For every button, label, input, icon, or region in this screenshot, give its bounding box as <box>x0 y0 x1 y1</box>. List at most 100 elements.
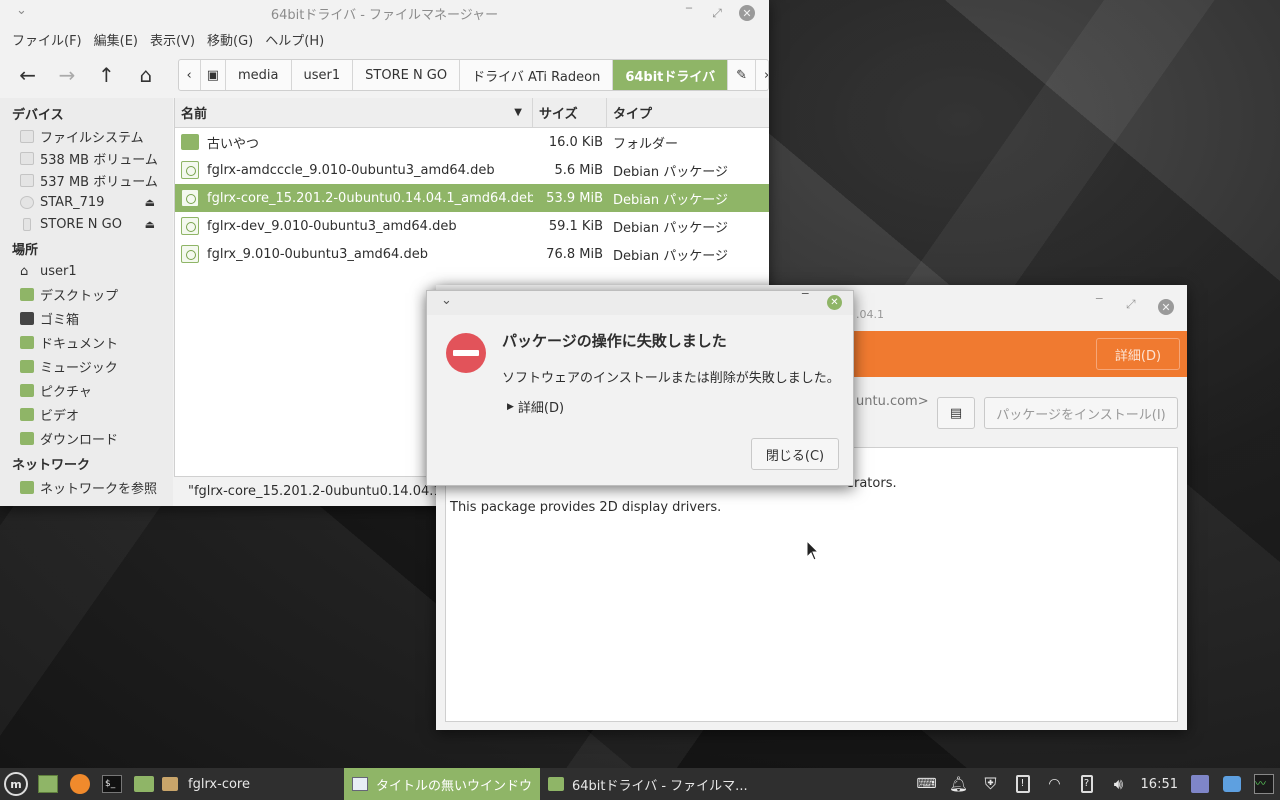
drive-icon <box>20 129 34 143</box>
pictures-folder-icon <box>20 383 34 397</box>
eject-icon[interactable]: ⏏ <box>145 218 155 231</box>
screenshot-icon[interactable] <box>1220 773 1244 795</box>
sidebar-item-label: ミュージック <box>40 360 118 376</box>
task-label: タイトルの無いウインドウ <box>375 778 532 794</box>
install-package-button[interactable]: パッケージをインストール(I) <box>984 397 1178 429</box>
file-name: fglrx-core_15.201.2-0ubuntu0.14.04.1_amd… <box>207 190 533 206</box>
column-name[interactable]: 名前 ▼ <box>175 98 533 127</box>
notes-icon[interactable] <box>1188 773 1212 795</box>
details-button[interactable]: 詳細(D) <box>1096 338 1180 370</box>
file-size: 53.9 MiB <box>546 190 603 206</box>
wifi-icon[interactable]: ◠ <box>1043 773 1067 795</box>
minimize-icon[interactable]: ‾ <box>1096 297 1103 312</box>
task-untitled-window[interactable]: タイトルの無いウインドウ <box>343 768 540 800</box>
maximize-icon[interactable]: ⤢ <box>1126 297 1136 312</box>
up-icon[interactable]: ↑ <box>87 57 126 93</box>
breadcrumb-media[interactable]: media <box>226 60 292 90</box>
sidebar-item-label: 538 MB ボリューム <box>40 152 158 168</box>
task-label: 64bitドライバ - ファイルマ... <box>571 778 748 794</box>
show-desktop-icon[interactable] <box>36 773 60 795</box>
edit-path-icon[interactable]: ✎ <box>728 60 757 90</box>
breadcrumb-store-n-go[interactable]: STORE N GO <box>353 60 461 90</box>
sidebar-devices-header: デバイス <box>12 108 64 123</box>
file-type: Debian パッケージ <box>613 220 728 236</box>
menu-view[interactable]: 表示(V) <box>144 30 201 49</box>
task-fglrx-core[interactable]: fglrx-core <box>160 768 258 800</box>
menu-file[interactable]: ファイル(F) <box>6 30 88 49</box>
breadcrumb-64bit[interactable]: 64bitドライバ <box>613 60 729 90</box>
dialog-details-expander[interactable]: ▶ 詳細(D) <box>507 397 564 416</box>
sidebar-item-label: user1 <box>40 263 77 279</box>
sidebar-item-538mb[interactable]: 538 MB ボリューム <box>0 147 173 169</box>
file-row[interactable]: fglrx_9.010-0ubuntu3_amd64.deb 76.8 MiB … <box>175 240 769 268</box>
breadcrumb-right-arrow-icon[interactable]: › <box>756 60 768 90</box>
close-button[interactable]: 閉じる(C) <box>751 438 839 470</box>
back-icon[interactable]: ← <box>8 57 47 93</box>
file-manager-titlebar[interactable]: ⌄ 64bitドライバ - ファイルマネージャー ‾ ⤢ ✕ <box>0 0 769 26</box>
file-row-selected[interactable]: fglrx-core_15.201.2-0ubuntu0.14.04.1_amd… <box>175 184 769 212</box>
sidebar-item-star719[interactable]: STAR_719 ⏏ <box>0 191 173 213</box>
sidebar-item-desktop[interactable]: デスクトップ <box>0 282 173 306</box>
file-row[interactable]: fglrx-dev_9.010-0ubuntu3_amd64.deb 59.1 … <box>175 212 769 240</box>
close-icon[interactable]: ✕ <box>1158 299 1174 315</box>
debian-package-icon <box>181 217 199 235</box>
system-monitor-icon[interactable]: 〰 <box>1252 773 1276 795</box>
sidebar-item-label: ネットワークを参照 <box>40 481 158 497</box>
battery-unknown-icon[interactable]: ? <box>1075 773 1099 795</box>
sidebar-item-music[interactable]: ミュージック <box>0 354 173 378</box>
breadcrumb-driver-ati[interactable]: ドライバ ATi Radeon <box>460 60 614 90</box>
minimize-icon[interactable]: ‾ <box>802 292 809 307</box>
breadcrumb-root-icon[interactable]: ▣ <box>201 60 226 90</box>
column-type[interactable]: タイプ <box>607 98 769 127</box>
sidebar-item-downloads[interactable]: ダウンロード <box>0 426 173 450</box>
close-icon[interactable]: ✕ <box>739 5 755 21</box>
sidebar-item-trash[interactable]: ゴミ箱 <box>0 306 173 330</box>
clipboard-icon[interactable]: ! <box>1011 773 1035 795</box>
sidebar-item-network[interactable]: ネットワークを参照 <box>0 475 173 499</box>
sidebar-network-header: ネットワーク <box>12 458 91 473</box>
sidebar-item-pictures[interactable]: ピクチャ <box>0 378 173 402</box>
dialog-titlebar[interactable]: ⌄ ‾ ✕ <box>427 291 853 315</box>
keyboard-icon[interactable]: ⌨ <box>915 773 939 795</box>
clock[interactable]: 16:51 <box>1135 768 1184 800</box>
copy-icon[interactable]: ▤ <box>937 397 975 429</box>
error-dialog: ⌄ ‾ ✕ パッケージの操作に失敗しました ソフトウェアのインストールまたは削除… <box>426 290 854 486</box>
sidebar-item-537mb[interactable]: 537 MB ボリューム <box>0 169 173 191</box>
minimize-icon[interactable]: ‾ <box>681 5 697 21</box>
sidebar-item-home[interactable]: ⌂ user1 <box>0 260 173 282</box>
update-shield-icon[interactable]: ⛨ <box>979 773 1003 795</box>
debian-package-icon <box>181 245 199 263</box>
home-icon[interactable]: ⌂ <box>126 57 165 93</box>
volume-icon[interactable]: 🔊︎ <box>1107 773 1131 795</box>
window-menu-icon[interactable]: ⌄ <box>16 3 27 18</box>
file-row[interactable]: fglrx-amdcccle_9.010-0ubuntu3_amd64.deb … <box>175 156 769 184</box>
files-icon[interactable] <box>132 773 156 795</box>
window-menu-icon[interactable]: ⌄ <box>441 293 452 308</box>
maintainer-text: untu.com> <box>856 394 929 409</box>
sidebar-item-store-n-go[interactable]: STORE N GO ⏏ <box>0 213 173 235</box>
task-file-manager[interactable]: 64bitドライバ - ファイルマ... <box>540 768 756 800</box>
column-size[interactable]: サイズ <box>533 98 607 127</box>
file-row[interactable]: 古いやつ 16.0 KiB フォルダー <box>175 128 769 156</box>
firefox-icon[interactable] <box>68 773 92 795</box>
forward-icon[interactable]: → <box>47 57 86 93</box>
sidebar-item-filesystem[interactable]: ファイルシステム <box>0 125 173 147</box>
archive-icon <box>162 777 178 791</box>
sidebar-item-documents[interactable]: ドキュメント <box>0 330 173 354</box>
breadcrumb-left-arrow-icon[interactable]: ‹ <box>179 60 201 90</box>
drive-icon <box>20 173 34 187</box>
menu-edit[interactable]: 編集(E) <box>88 30 144 49</box>
dialog-message: ソフトウェアのインストールまたは削除が失敗しました。 <box>502 371 840 386</box>
menu-icon[interactable]: m <box>4 772 28 796</box>
notifications-icon[interactable]: 🔔︎ <box>947 773 971 795</box>
sidebar-item-videos[interactable]: ビデオ <box>0 402 173 426</box>
terminal-icon[interactable]: $_ <box>100 773 124 795</box>
close-icon[interactable]: ✕ <box>827 295 842 310</box>
eject-icon[interactable]: ⏏ <box>145 196 155 209</box>
breadcrumb-user1[interactable]: user1 <box>292 60 354 90</box>
file-list-header: 名前 ▼ サイズ タイプ <box>175 98 769 128</box>
home-icon: ⌂ <box>20 263 29 279</box>
menu-go[interactable]: 移動(G) <box>201 30 259 49</box>
maximize-icon[interactable]: ⤢ <box>709 5 725 21</box>
menu-help[interactable]: ヘルプ(H) <box>259 30 330 49</box>
